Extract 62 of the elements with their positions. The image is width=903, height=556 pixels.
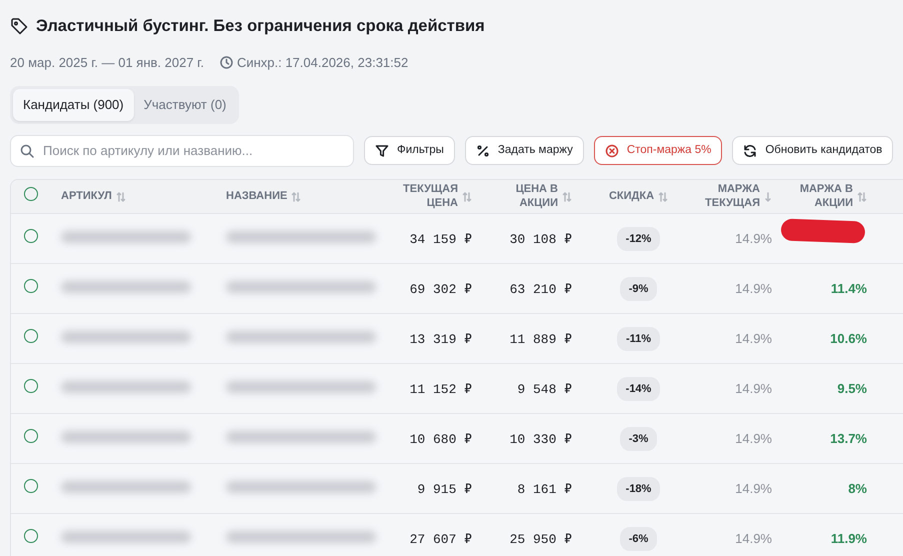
margin-text: 14.9% — [735, 231, 772, 246]
column-header[interactable]: СКИДКА — [608, 190, 654, 204]
promo-margin-text: 10.6% — [830, 331, 867, 346]
price-text: 9 915 ₽ — [417, 482, 472, 496]
toolbar-button[interactable]: Фильтры — [364, 136, 455, 166]
promo-price-text: 8 161 ₽ — [517, 482, 572, 496]
promo-price-text: 63 210 ₽ — [510, 282, 572, 296]
tab[interactable]: Участвуют (0) — [134, 89, 236, 121]
date-range: 20 мар. 2025 г. — 01 янв. 2027 г. — [10, 54, 204, 72]
row-radio[interactable] — [24, 529, 38, 543]
search-field[interactable]: Поиск по артикулу или названию... — [10, 134, 354, 167]
margin-text: 14.9% — [735, 531, 772, 546]
margin-text: 14.9% — [735, 331, 772, 346]
row-radio[interactable] — [24, 479, 38, 493]
column-header[interactable]: НАЗВАНИЕ — [226, 190, 288, 204]
percent-icon — [476, 144, 490, 158]
price-text: 34 159 ₽ — [410, 232, 472, 246]
discount-badge: -18% — [616, 476, 660, 501]
promo-price-text: 25 950 ₽ — [510, 532, 572, 546]
promo-price-text: 30 108 ₽ — [510, 232, 572, 246]
promo-margin-text: 11.4% — [830, 281, 867, 296]
discount-badge: -6% — [620, 526, 658, 551]
price-text: 10 680 ₽ — [410, 432, 472, 446]
row-radio[interactable] — [24, 279, 38, 293]
discount-badge: -14% — [616, 376, 660, 401]
discount-badge: -11% — [616, 326, 660, 351]
price-text: 69 302 ₽ — [410, 282, 472, 296]
tag-icon — [10, 17, 28, 36]
row-radio[interactable] — [24, 229, 38, 243]
row-radio[interactable] — [24, 329, 38, 343]
discount-badge: -3% — [620, 426, 658, 451]
promo-price-text: 9 548 ₽ — [517, 382, 572, 396]
promo-margin-text: 9.5% — [837, 381, 867, 396]
margin-text: 14.9% — [735, 281, 772, 296]
tab[interactable]: Кандидаты (900) — [13, 89, 134, 121]
promo-margin-text: 8% — [848, 481, 867, 496]
promo-price-text: 11 889 ₽ — [510, 332, 572, 346]
price-text: 13 319 ₽ — [410, 332, 472, 346]
promo-margin-text: 13.7% — [830, 431, 867, 446]
page-title: Эластичный бустинг. Без ограничения срока действия — [36, 16, 485, 37]
row-radio[interactable] — [24, 379, 38, 393]
price-text: 27 607 ₽ — [410, 532, 472, 546]
promo-price-text: 10 330 ₽ — [510, 432, 572, 446]
toolbar-button[interactable]: Задать маржу — [464, 136, 584, 166]
search-icon — [20, 144, 34, 158]
discount-badge: -9% — [620, 276, 658, 301]
discount-badge: -12% — [616, 226, 660, 251]
cancel-icon — [604, 144, 619, 158]
sync-time: Синхр.: 17.04.2026, 23:31:52 — [236, 54, 408, 72]
toolbar-button[interactable]: Обновить кандидатов — [732, 136, 894, 166]
price-text: 11 152 ₽ — [410, 382, 472, 396]
filter-icon — [375, 144, 389, 158]
margin-text: 14.9% — [735, 431, 772, 446]
toolbar-button[interactable]: Стоп-маржа 5% — [594, 136, 722, 166]
clock-icon — [220, 56, 233, 69]
margin-text: 14.9% — [735, 481, 772, 496]
refresh-icon — [743, 144, 758, 158]
promo-margin-text: 11.9% — [830, 531, 867, 546]
margin-text: 14.9% — [735, 381, 772, 396]
column-header[interactable]: АРТИКУЛ — [61, 190, 112, 204]
select-all-radio[interactable] — [24, 187, 38, 202]
row-radio[interactable] — [24, 429, 38, 443]
